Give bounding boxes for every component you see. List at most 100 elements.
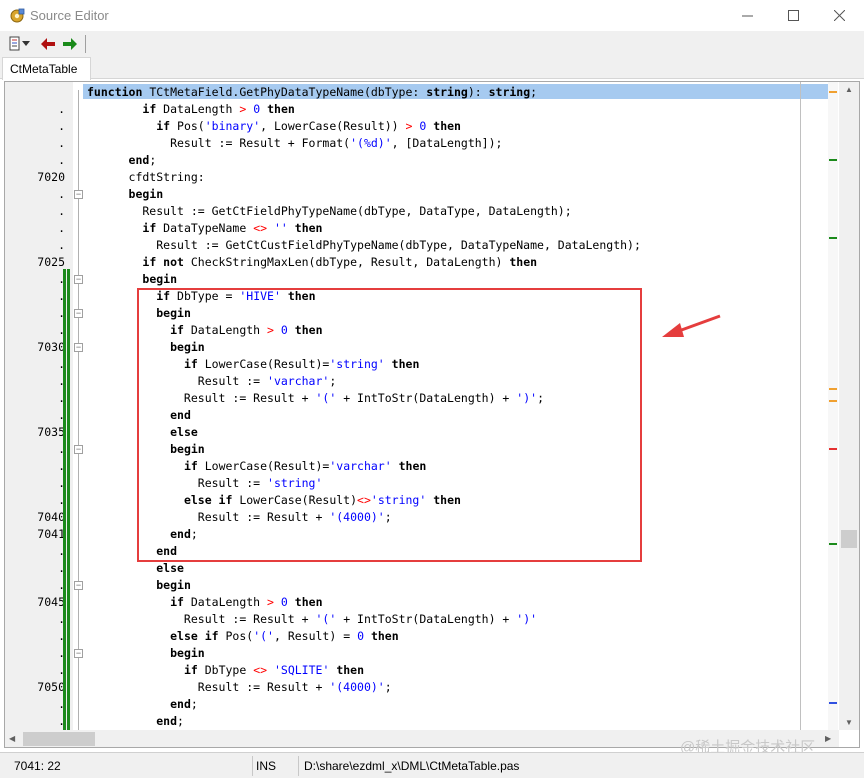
code-keyword: string <box>488 85 531 99</box>
overview-marker[interactable] <box>829 159 837 161</box>
code-line[interactable]: begin <box>87 645 205 662</box>
code-line[interactable]: if not CheckStringMaxLen(dbType, Result,… <box>87 254 537 271</box>
code-line[interactable]: if DataTypeName <> '' then <box>87 220 322 237</box>
scroll-down-icon[interactable]: ▼ <box>845 718 853 727</box>
title-bar: Source Editor <box>0 0 864 31</box>
code-keyword: begin <box>156 578 191 592</box>
overview-marker[interactable] <box>829 400 837 402</box>
line-number: . <box>58 578 65 592</box>
fold-toggle-icon[interactable]: − <box>74 275 83 284</box>
code-line[interactable]: Result := Result + '(' + IntToStr(DataLe… <box>87 611 537 628</box>
overview-marker[interactable] <box>829 448 837 450</box>
line-number: . <box>58 187 65 201</box>
code-keyword: then <box>433 119 461 133</box>
line-number: . <box>58 646 65 660</box>
fold-toggle-icon[interactable]: − <box>74 581 83 590</box>
code-line[interactable]: begin <box>87 186 164 203</box>
line-number: 7025 <box>37 255 65 269</box>
fold-toggle-icon[interactable]: − <box>74 445 83 454</box>
scroll-right-icon[interactable]: ▶ <box>825 734 831 743</box>
code-line[interactable]: end; <box>87 713 184 730</box>
cursor-position: 7041: 22 <box>14 759 61 773</box>
document-menu-button[interactable] <box>5 35 33 53</box>
arrow-pointer-icon <box>662 314 721 337</box>
code-keyword: begin <box>170 646 205 660</box>
code-text: TCtMetaField.GetPhyDataTypeName(dbType: <box>149 85 427 99</box>
code-literal: '(%d)' <box>350 136 392 150</box>
line-number: . <box>58 272 65 286</box>
code-text: ; <box>177 714 184 728</box>
overview-marker[interactable] <box>829 543 837 545</box>
vertical-scrollbar[interactable]: ▲ ▼ <box>839 82 859 730</box>
code-literal: ')' <box>516 612 538 626</box>
code-line[interactable]: begin <box>87 271 177 288</box>
line-number <box>5 84 65 101</box>
file-path: D:\share\ezdml_x\DML\CtMetaTable.pas <box>304 759 520 773</box>
tab-ctmetatable[interactable]: CtMetaTable <box>2 57 91 80</box>
line-number: 7045 <box>37 595 65 609</box>
code-line[interactable]: end; <box>87 152 157 169</box>
code-operator: > <box>267 595 274 609</box>
scroll-left-icon[interactable]: ◀ <box>9 734 15 743</box>
code-line[interactable]: Result := Result + '(4000)'; <box>87 679 392 696</box>
fold-column: − − − − − − − <box>73 82 83 730</box>
close-button[interactable] <box>816 0 862 31</box>
fold-toggle-icon[interactable]: − <box>74 190 83 199</box>
minimize-button[interactable] <box>724 0 770 31</box>
line-number: 7035 <box>37 425 65 439</box>
overview-marker[interactable] <box>829 702 837 704</box>
line-number: . <box>58 289 65 303</box>
insert-mode: INS <box>256 759 277 773</box>
line-number: . <box>58 476 65 490</box>
code-line[interactable]: function TCtMetaField.GetPhyDataTypeName… <box>87 84 537 101</box>
line-number: . <box>58 238 65 252</box>
code-line[interactable]: Result := GetCtCustFieldPhyTypeName(dbTy… <box>87 237 641 254</box>
fold-toggle-icon[interactable]: − <box>74 309 83 318</box>
line-number: 7020 <box>37 170 65 184</box>
code-line[interactable]: begin <box>87 577 191 594</box>
line-number: . <box>58 204 65 218</box>
code-keyword: else <box>156 561 184 575</box>
code-keyword: if <box>142 221 164 235</box>
overview-marker[interactable] <box>829 388 837 390</box>
code-line[interactable]: cfdtString: <box>87 169 205 186</box>
scroll-up-icon[interactable]: ▲ <box>845 85 853 94</box>
code-line[interactable]: if Pos('binary', LowerCase(Result)) > 0 … <box>87 118 461 135</box>
code-line[interactable]: Result := Result + Format('(%d)', [DataL… <box>87 135 502 152</box>
line-number: 7030 <box>37 340 65 354</box>
vertical-scroll-thumb[interactable] <box>841 530 857 548</box>
code-line[interactable]: else if Pos('(', Result) = 0 then <box>87 628 399 645</box>
code-line[interactable]: end; <box>87 696 198 713</box>
overview-marker[interactable] <box>829 237 837 239</box>
forward-button[interactable] <box>61 35 79 53</box>
code-line[interactable]: Result := GetCtFieldPhyTypeName(dbType, … <box>87 203 571 220</box>
fold-toggle-icon[interactable]: − <box>74 343 83 352</box>
line-number: . <box>58 442 65 456</box>
code-keyword: then <box>370 629 399 643</box>
code-keyword: if <box>142 102 164 116</box>
code-line[interactable]: if DataLength > 0 then <box>87 101 294 118</box>
overview-marker[interactable] <box>829 91 837 93</box>
code-line[interactable]: if DataLength > 0 then <box>87 594 322 611</box>
fold-toggle-icon[interactable]: − <box>74 649 83 658</box>
code-line[interactable]: if DbType <> 'SQLITE' then <box>87 662 364 679</box>
maximize-button[interactable] <box>770 0 816 31</box>
horizontal-scroll-thumb[interactable] <box>23 732 95 746</box>
status-bar: 7041: 22 INS D:\share\ezdml_x\DML\CtMeta… <box>0 752 864 778</box>
gear-puzzle-icon <box>10 8 25 23</box>
back-button[interactable] <box>39 35 57 53</box>
status-separator <box>298 756 299 776</box>
code-line[interactable]: else <box>87 560 184 577</box>
code-literal: 'SQLITE' <box>273 663 330 677</box>
overview-ruler[interactable] <box>828 82 838 730</box>
code-text: Pos( <box>225 629 254 643</box>
code-keyword: end <box>156 714 178 728</box>
close-icon <box>833 10 845 21</box>
code-text: Result := Result + Format( <box>87 136 351 150</box>
fold-guide <box>78 90 79 730</box>
